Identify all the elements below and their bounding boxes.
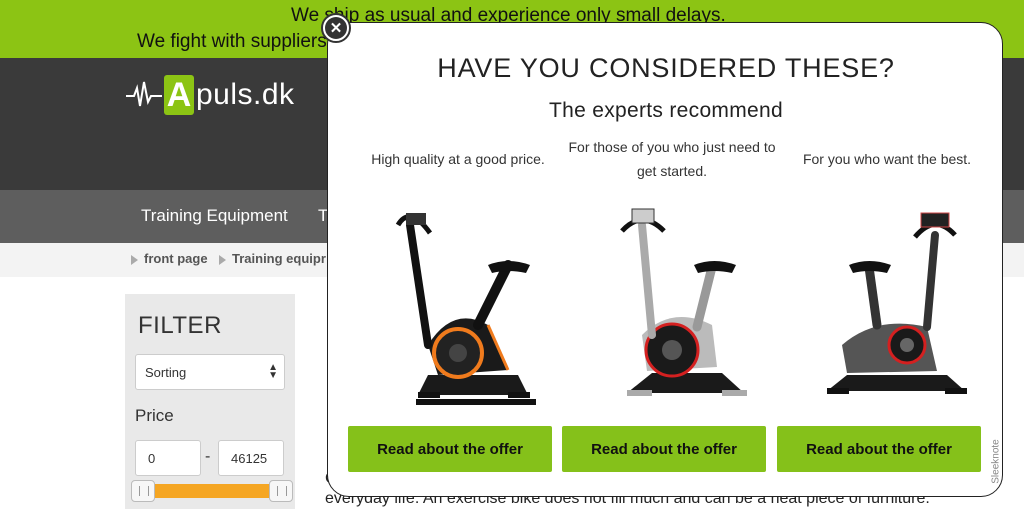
price-dash: - [205, 448, 211, 465]
price-min-input[interactable]: 0 [135, 440, 201, 476]
exercise-bike-image[interactable] [787, 195, 987, 405]
announcement-line-2: We fight with suppliers [137, 31, 327, 52]
exercise-bike-image[interactable] [572, 195, 772, 405]
filter-title: FILTER [138, 312, 222, 339]
page: We ship as usual and experience only sma… [0, 0, 1024, 509]
logo-text: puls.dk [196, 78, 295, 111]
breadcrumb-label: front page [144, 251, 208, 266]
recommendation-popup: HAVE YOU CONSIDERED THESE? The experts r… [327, 22, 1003, 497]
product-description: For you who want the best. [802, 151, 972, 167]
sleeknote-badge[interactable]: Sleeknote [991, 430, 1014, 500]
site-logo[interactable]: A puls.dk [126, 70, 295, 120]
close-button[interactable]: ✕ [321, 13, 351, 43]
sorting-select[interactable]: Sorting ▲ ▼ [135, 354, 285, 390]
breadcrumb-label: Training equipr [232, 251, 326, 266]
logo-letter: A [164, 75, 194, 115]
product-description: For those of you who just need to get st… [568, 139, 776, 179]
price-slider-min-handle[interactable] [131, 480, 155, 502]
popup-title: HAVE YOU CONSIDERED THESE? [437, 53, 895, 83]
popup-subtitle: The experts recommend [549, 99, 783, 122]
triangle-right-icon [131, 254, 138, 265]
filter-panel: FILTER Sorting ▲ ▼ Price 0 - 46125 [125, 294, 295, 509]
triangle-right-icon [219, 254, 226, 265]
price-max-input[interactable]: 46125 [218, 440, 284, 476]
product-card: High quality at a good price. Read about… [348, 135, 568, 472]
price-slider-max-handle[interactable] [269, 480, 293, 502]
close-icon: ✕ [325, 17, 347, 39]
price-label: Price [135, 406, 174, 425]
pulse-logo-icon [126, 81, 162, 107]
updown-arrows-icon: ▲ ▼ [268, 362, 278, 381]
price-slider[interactable] [131, 480, 293, 502]
read-offer-button[interactable]: Read about the offer [348, 426, 552, 472]
product-description: High quality at a good price. [371, 151, 545, 167]
breadcrumb-item-training[interactable]: Training equipr [219, 251, 326, 266]
nav-item-training-equipment[interactable]: Training Equipment [141, 206, 288, 226]
breadcrumb-item-front-page[interactable]: front page [131, 251, 208, 266]
product-card: For those of you who just need to get st… [562, 135, 782, 472]
sleeknote-label: Sleeknote [990, 439, 1002, 484]
sorting-select-value: Sorting [145, 365, 187, 380]
read-offer-button[interactable]: Read about the offer [562, 426, 766, 472]
read-offer-button[interactable]: Read about the offer [777, 426, 981, 472]
product-card: For you who want the best. Read about th… [777, 135, 997, 472]
exercise-bike-image[interactable] [358, 195, 558, 405]
